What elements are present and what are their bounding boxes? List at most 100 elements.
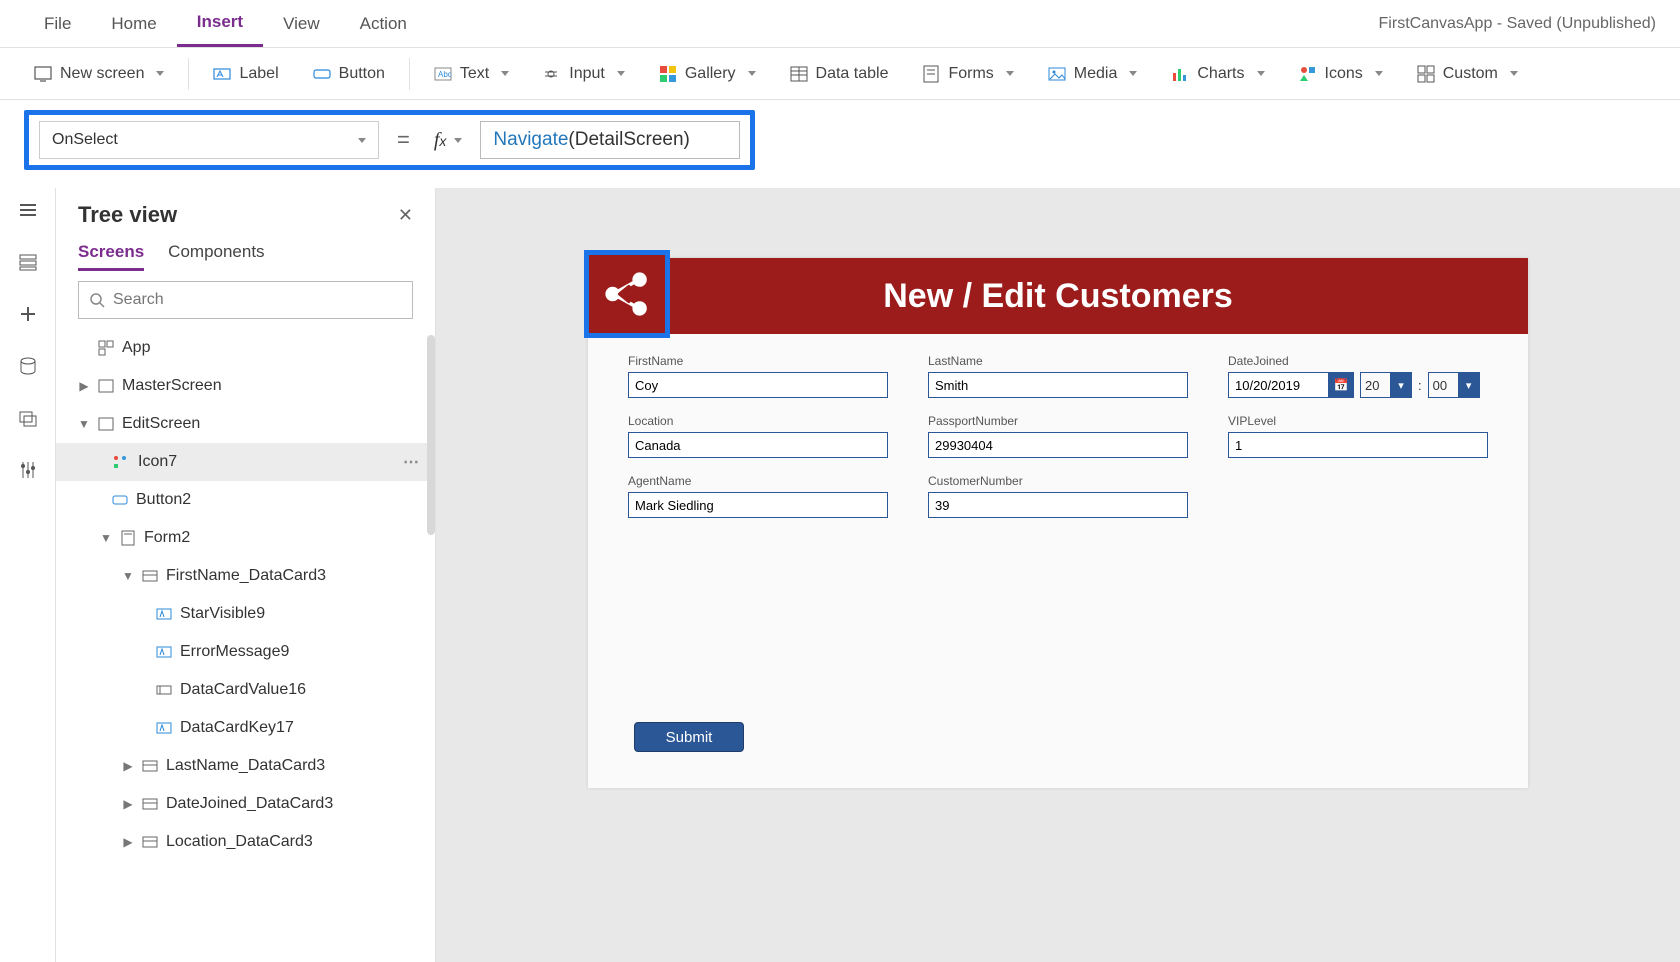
menu-home[interactable]: Home (91, 2, 176, 46)
ribbon-button[interactable]: Button (299, 59, 399, 89)
ribbon-data-table[interactable]: Data table (776, 59, 903, 89)
field-vip: VIPLevel (1228, 414, 1488, 458)
input-custnum[interactable] (928, 492, 1188, 518)
data-icon[interactable] (16, 354, 40, 378)
media-panel-icon[interactable] (16, 406, 40, 430)
input-location[interactable] (628, 432, 888, 458)
tree-node-starvisible9[interactable]: StarVisible9 (56, 595, 435, 633)
field-location: Location (628, 414, 888, 458)
tree-search[interactable] (78, 281, 413, 319)
datepicker[interactable]: 📅 (1228, 372, 1354, 398)
ribbon-gallery[interactable]: Gallery (645, 59, 770, 89)
label-lastname: LastName (928, 354, 1188, 368)
ribbon-icons[interactable]: Icons (1285, 59, 1397, 89)
search-input[interactable] (113, 291, 402, 309)
tree-title: Tree view (78, 202, 177, 228)
tree-node-masterscreen[interactable]: ▶ MasterScreen (56, 367, 435, 405)
ribbon-input[interactable]: Input (529, 59, 639, 89)
back-icon-selection[interactable] (584, 250, 670, 338)
select-hour[interactable]: 20▾ (1360, 372, 1412, 398)
app-icon (98, 340, 114, 356)
data-table-icon (790, 65, 808, 83)
label-passport: PassportNumber (928, 414, 1188, 428)
tree-node-lastname-dc[interactable]: ▶ LastName_DataCard3 (56, 747, 435, 785)
field-custnum: CustomerNumber (928, 474, 1188, 518)
field-agent: AgentName (628, 474, 888, 518)
menu-insert[interactable]: Insert (177, 0, 263, 47)
ribbon-new-screen[interactable]: New screen (20, 59, 178, 89)
back-share-icon (600, 267, 654, 321)
tree-node-button2[interactable]: Button2 (56, 481, 435, 519)
label-datejoined: DateJoined (1228, 354, 1488, 368)
tree-node-app[interactable]: App (56, 329, 435, 367)
input-agent[interactable] (628, 492, 888, 518)
icons-icon (1299, 65, 1317, 83)
tree-node-datacardvalue16[interactable]: DataCardValue16 (56, 671, 435, 709)
tab-components[interactable]: Components (168, 242, 264, 271)
label-location: Location (628, 414, 888, 428)
formula-input[interactable]: Navigate(DetailScreen) (480, 121, 740, 159)
label-custnum: CustomerNumber (928, 474, 1188, 488)
tree-node-location-dc[interactable]: ▶ Location_DataCard3 (56, 823, 435, 861)
search-icon (89, 292, 105, 308)
input-passport[interactable] (928, 432, 1188, 458)
ribbon-label[interactable]: Label (199, 59, 292, 89)
formula-bar: OnSelect = fx Navigate(DetailScreen) (0, 100, 1680, 188)
text-icon: Abc (434, 65, 452, 83)
screen-icon (98, 416, 114, 432)
ribbon-media[interactable]: Media (1034, 59, 1152, 89)
ribbon-custom[interactable]: Custom (1403, 59, 1532, 89)
tab-screens[interactable]: Screens (78, 242, 144, 271)
input-firstname[interactable] (628, 372, 888, 398)
input-date[interactable] (1228, 372, 1328, 398)
label-agent: AgentName (628, 474, 888, 488)
screen-icon (98, 378, 114, 394)
label-control-icon (156, 644, 172, 660)
app-screen[interactable]: New / Edit Customers FirstName LastName … (588, 258, 1528, 788)
tree-node-form2[interactable]: ▼ Form2 (56, 519, 435, 557)
field-lastname: LastName (928, 354, 1188, 398)
tree-view-icon[interactable] (16, 250, 40, 274)
ribbon-forms[interactable]: Forms (908, 59, 1027, 89)
datacard-icon (142, 796, 158, 812)
scrollbar-thumb[interactable] (427, 335, 435, 535)
menu-action[interactable]: Action (340, 2, 427, 46)
tree-node-datacardkey17[interactable]: DataCardKey17 (56, 709, 435, 747)
add-icon[interactable] (16, 302, 40, 326)
charts-icon (1171, 65, 1189, 83)
label-icon (213, 65, 231, 83)
tree-list: App ▶ MasterScreen ▼ EditScreen Icon7 ⋯ … (56, 329, 435, 962)
input-lastname[interactable] (928, 372, 1188, 398)
ribbon: New screen Label Button Abc Text Input G… (0, 48, 1680, 100)
submit-button[interactable]: Submit (634, 722, 744, 752)
field-firstname: FirstName (628, 354, 888, 398)
label-control-icon (156, 606, 172, 622)
tree-node-editscreen[interactable]: ▼ EditScreen (56, 405, 435, 443)
menu-file[interactable]: File (24, 2, 91, 46)
tree-node-firstname-dc[interactable]: ▼ FirstName_DataCard3 (56, 557, 435, 595)
input-icon (543, 65, 561, 83)
property-selector[interactable]: OnSelect (39, 121, 379, 159)
ribbon-charts[interactable]: Charts (1157, 59, 1278, 89)
tree-node-errormessage9[interactable]: ErrorMessage9 (56, 633, 435, 671)
fx-button[interactable]: fx (428, 129, 469, 152)
calendar-icon[interactable]: 📅 (1328, 372, 1354, 398)
input-vip[interactable] (1228, 432, 1488, 458)
datacard-icon (142, 834, 158, 850)
ribbon-text[interactable]: Abc Text (420, 59, 523, 89)
custom-icon (1417, 65, 1435, 83)
app-title: FirstCanvasApp - Saved (Unpublished) (1379, 15, 1656, 33)
menu-view[interactable]: View (263, 2, 340, 46)
tree-node-icon7[interactable]: Icon7 ⋯ (56, 443, 435, 481)
select-minute[interactable]: 00▾ (1428, 372, 1480, 398)
form: FirstName LastName DateJoined 📅 20▾ (588, 334, 1528, 538)
label-vip: VIPLevel (1228, 414, 1488, 428)
app-header: New / Edit Customers (588, 258, 1528, 334)
form-control-icon (120, 530, 136, 546)
close-icon[interactable]: ✕ (398, 205, 413, 226)
hamburger-icon[interactable] (16, 198, 40, 222)
tree-node-datejoined-dc[interactable]: ▶ DateJoined_DataCard3 (56, 785, 435, 823)
canvas: New / Edit Customers FirstName LastName … (436, 188, 1680, 962)
advanced-icon[interactable] (16, 458, 40, 482)
gallery-icon (659, 65, 677, 83)
